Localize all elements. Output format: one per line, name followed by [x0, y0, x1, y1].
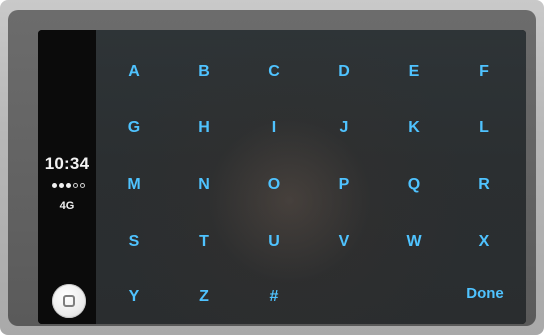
key-t[interactable]: T	[182, 228, 226, 256]
signal-dot	[51, 182, 57, 188]
key-r[interactable]: R	[462, 171, 506, 199]
key-c[interactable]: C	[252, 58, 296, 86]
key-v[interactable]: V	[322, 228, 366, 256]
key-z[interactable]: Z	[182, 283, 226, 311]
key-e[interactable]: E	[392, 58, 436, 86]
key-y[interactable]: Y	[112, 283, 156, 311]
display-frame: 10:34 4G A B C D E F G H I J K L M N O P…	[8, 10, 536, 326]
key-o[interactable]: O	[252, 171, 296, 199]
key-q[interactable]: Q	[392, 171, 436, 199]
signal-strength	[47, 181, 89, 189]
key-d[interactable]: D	[322, 58, 366, 86]
alphabet-keyboard: A B C D E F G H I J K L M N O P Q R S T	[96, 30, 526, 324]
status-sidebar: 10:34 4G	[38, 30, 96, 324]
key-b[interactable]: B	[182, 58, 226, 86]
key-n[interactable]: N	[182, 171, 226, 199]
key-a[interactable]: A	[112, 58, 156, 86]
signal-dot	[65, 182, 71, 188]
key-l[interactable]: L	[462, 114, 506, 142]
key-x[interactable]: X	[462, 228, 506, 256]
home-square-icon	[63, 295, 75, 307]
key-hash[interactable]: #	[252, 283, 296, 311]
signal-dot	[58, 182, 64, 188]
carplay-screen: 10:34 4G A B C D E F G H I J K L M N O P…	[38, 30, 526, 324]
signal-dot	[79, 182, 85, 188]
key-k[interactable]: K	[392, 114, 436, 142]
key-g[interactable]: G	[112, 114, 156, 142]
key-p[interactable]: P	[322, 171, 366, 199]
key-s[interactable]: S	[112, 228, 156, 256]
key-u[interactable]: U	[252, 228, 296, 256]
car-display-bezel: 10:34 4G A B C D E F G H I J K L M N O P…	[0, 0, 544, 335]
key-i[interactable]: I	[252, 114, 296, 142]
key-h[interactable]: H	[182, 114, 226, 142]
key-f[interactable]: F	[462, 58, 506, 86]
done-button[interactable]: Done	[456, 279, 514, 307]
key-m[interactable]: M	[112, 171, 156, 199]
key-j[interactable]: J	[322, 114, 366, 142]
network-type: 4G	[59, 200, 75, 212]
status-time: 10:34	[44, 154, 90, 173]
signal-dot	[72, 182, 78, 188]
key-w[interactable]: W	[392, 228, 436, 256]
home-button[interactable]	[52, 284, 86, 318]
